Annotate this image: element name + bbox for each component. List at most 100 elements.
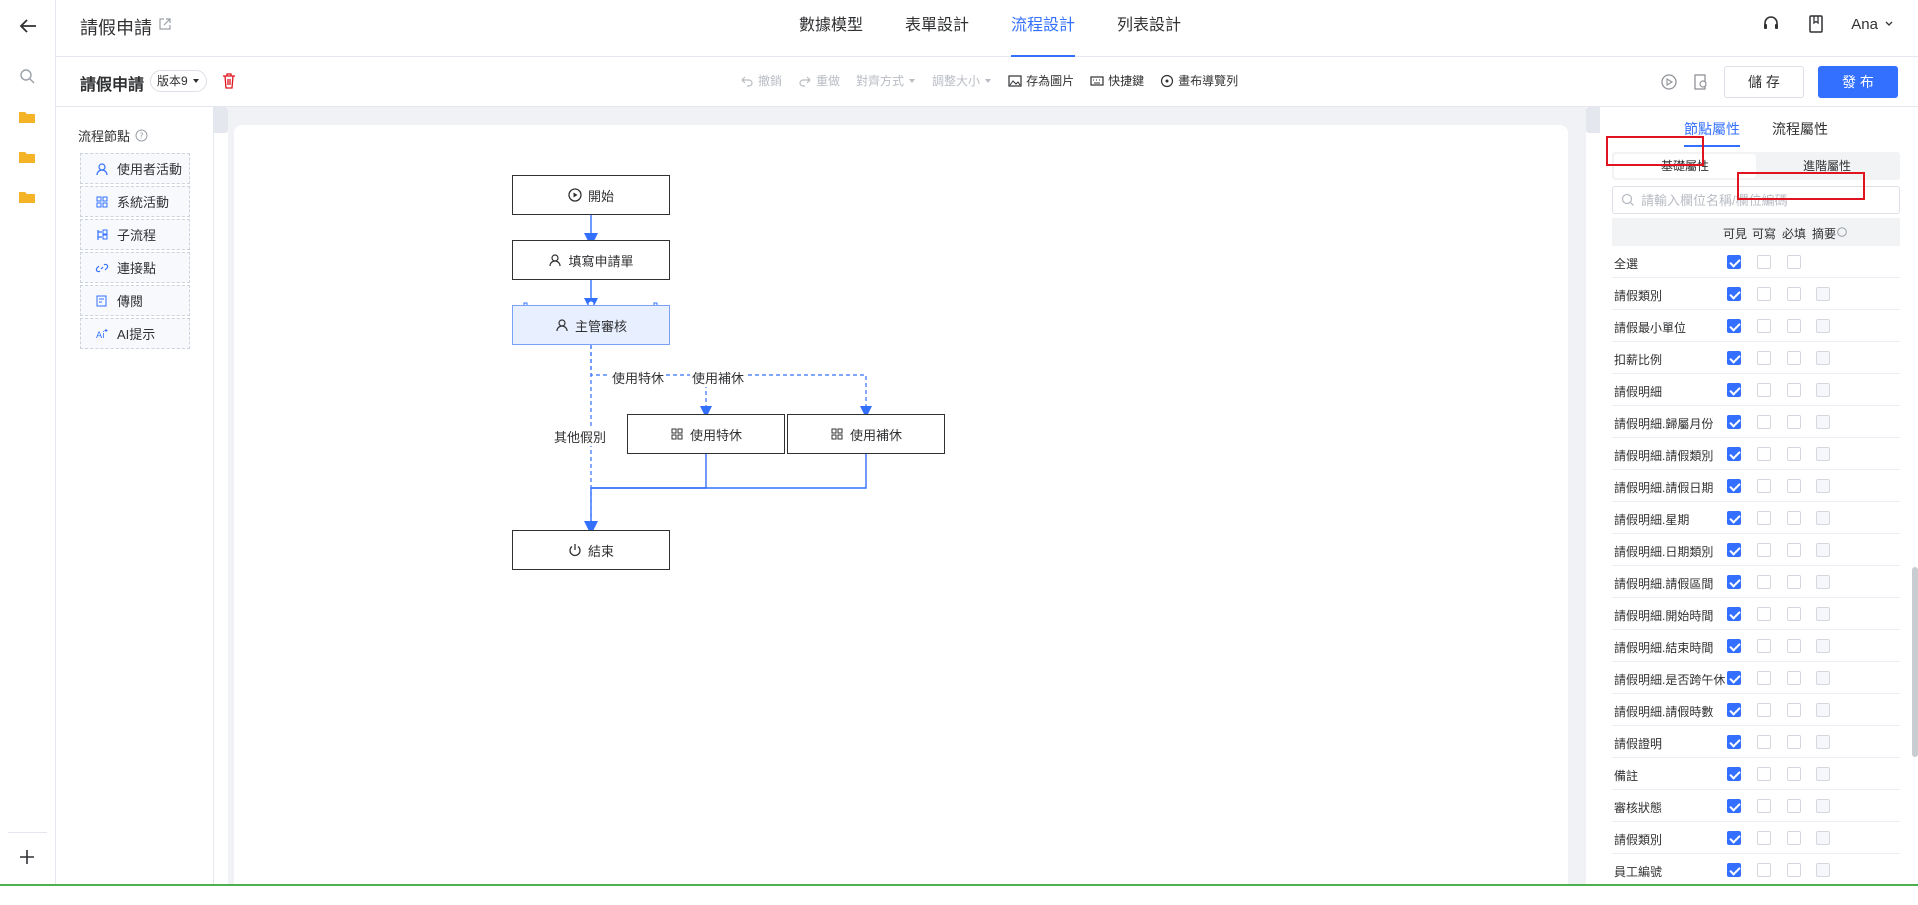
summary-checkbox[interactable]: [1816, 319, 1830, 333]
required-checkbox[interactable]: [1787, 575, 1801, 589]
summary-checkbox[interactable]: [1816, 607, 1830, 621]
visible-checkbox[interactable]: [1727, 479, 1741, 493]
visible-checkbox[interactable]: [1727, 383, 1741, 397]
summary-checkbox[interactable]: [1816, 351, 1830, 365]
visible-checkbox[interactable]: [1727, 767, 1741, 781]
visible-checkbox[interactable]: [1727, 447, 1741, 461]
save-image-button[interactable]: 存為圖片: [1008, 72, 1074, 89]
node-circulate[interactable]: 傳閱: [80, 285, 190, 316]
canvas-nav-button[interactable]: 畫布導覽列: [1160, 72, 1238, 89]
writable-checkbox[interactable]: [1757, 863, 1771, 877]
visible-checkbox[interactable]: [1727, 799, 1741, 813]
required-checkbox[interactable]: [1787, 735, 1801, 749]
required-checkbox[interactable]: [1787, 415, 1801, 429]
visible-checkbox[interactable]: [1727, 351, 1741, 365]
tab-flow-properties[interactable]: 流程屬性: [1772, 119, 1828, 147]
visible-checkbox[interactable]: [1727, 319, 1741, 333]
redo-button[interactable]: 重做: [798, 72, 840, 89]
folder-icon[interactable]: [18, 148, 36, 166]
summary-checkbox[interactable]: [1816, 799, 1830, 813]
flow-canvas[interactable]: 開始 填寫申請單 主管審核 使用特休 使用補休 結束 使用特休 使用補休 其他假…: [234, 125, 1568, 905]
shortcuts-button[interactable]: 快捷鍵: [1090, 72, 1144, 89]
collapse-right-handle[interactable]: [1586, 107, 1600, 133]
summary-checkbox[interactable]: [1816, 287, 1830, 301]
writable-checkbox[interactable]: [1757, 639, 1771, 653]
required-checkbox[interactable]: [1787, 671, 1801, 685]
tab-flow-design[interactable]: 流程設計: [1011, 0, 1075, 57]
required-checkbox[interactable]: [1787, 831, 1801, 845]
search-icon[interactable]: [18, 67, 36, 85]
summary-checkbox[interactable]: [1816, 543, 1830, 557]
writable-checkbox[interactable]: [1757, 287, 1771, 301]
folder-icon[interactable]: [18, 108, 36, 126]
writable-checkbox[interactable]: [1757, 607, 1771, 621]
help-icon[interactable]: [1837, 227, 1847, 237]
play-icon[interactable]: [1660, 73, 1678, 91]
flow-node-manager-review[interactable]: 主管審核: [512, 305, 670, 345]
writable-checkbox[interactable]: [1757, 351, 1771, 365]
node-system-activity[interactable]: 系統活動: [80, 186, 190, 217]
required-checkbox[interactable]: [1787, 863, 1801, 877]
folder-icon[interactable]: [18, 188, 36, 206]
flow-node-end[interactable]: 結束: [512, 530, 670, 570]
tab-form-design[interactable]: 表單設計: [905, 0, 969, 57]
required-checkbox[interactable]: [1787, 607, 1801, 621]
visible-checkbox[interactable]: [1727, 735, 1741, 749]
visible-checkbox[interactable]: [1727, 511, 1741, 525]
required-checkbox[interactable]: [1787, 543, 1801, 557]
support-headset-icon[interactable]: [1761, 14, 1781, 34]
publish-button[interactable]: 發 布: [1818, 66, 1898, 98]
summary-checkbox[interactable]: [1816, 831, 1830, 845]
add-icon[interactable]: [16, 846, 38, 868]
user-menu[interactable]: Ana: [1851, 16, 1894, 33]
writable-checkbox[interactable]: [1757, 767, 1771, 781]
writable-checkbox[interactable]: [1757, 799, 1771, 813]
writable-checkbox[interactable]: [1757, 735, 1771, 749]
summary-checkbox[interactable]: [1816, 639, 1830, 653]
visible-checkbox[interactable]: [1727, 575, 1741, 589]
external-link-icon[interactable]: [158, 17, 172, 31]
version-select[interactable]: 版本9: [150, 70, 207, 92]
summary-checkbox[interactable]: [1816, 511, 1830, 525]
visible-checkbox[interactable]: [1727, 255, 1741, 269]
required-checkbox[interactable]: [1787, 447, 1801, 461]
node-connector[interactable]: 連接點: [80, 252, 190, 283]
summary-checkbox[interactable]: [1816, 479, 1830, 493]
edge-label-comp[interactable]: 使用補休: [690, 368, 746, 387]
visible-checkbox[interactable]: [1727, 671, 1741, 685]
visible-checkbox[interactable]: [1727, 287, 1741, 301]
required-checkbox[interactable]: [1787, 703, 1801, 717]
summary-checkbox[interactable]: [1816, 671, 1830, 685]
visible-checkbox[interactable]: [1727, 415, 1741, 429]
visible-checkbox[interactable]: [1727, 831, 1741, 845]
visible-checkbox[interactable]: [1727, 639, 1741, 653]
node-user-activity[interactable]: 使用者活動: [80, 153, 190, 184]
scrollbar-thumb[interactable]: [1912, 567, 1918, 757]
flow-node-fill-form[interactable]: 填寫申請單: [512, 240, 670, 280]
required-checkbox[interactable]: [1787, 255, 1801, 269]
document-icon[interactable]: [1807, 14, 1825, 34]
required-checkbox[interactable]: [1787, 319, 1801, 333]
writable-checkbox[interactable]: [1757, 447, 1771, 461]
writable-checkbox[interactable]: [1757, 415, 1771, 429]
visible-checkbox[interactable]: [1727, 863, 1741, 877]
node-ai-prompt[interactable]: Ai AI提示: [80, 318, 190, 349]
flow-node-comp-leave[interactable]: 使用補休: [787, 414, 945, 454]
resize-dropdown[interactable]: 調整大小: [932, 72, 992, 89]
required-checkbox[interactable]: [1787, 799, 1801, 813]
required-checkbox[interactable]: [1787, 383, 1801, 397]
preview-doc-icon[interactable]: [1692, 73, 1710, 91]
required-checkbox[interactable]: [1787, 767, 1801, 781]
summary-checkbox[interactable]: [1816, 415, 1830, 429]
writable-checkbox[interactable]: [1757, 479, 1771, 493]
edge-label-other[interactable]: 其他假別: [552, 427, 608, 446]
back-arrow-icon[interactable]: [16, 14, 40, 38]
tab-data-model[interactable]: 數據模型: [799, 0, 863, 57]
writable-checkbox[interactable]: [1757, 511, 1771, 525]
required-checkbox[interactable]: [1787, 639, 1801, 653]
summary-checkbox[interactable]: [1816, 447, 1830, 461]
summary-checkbox[interactable]: [1816, 575, 1830, 589]
align-dropdown[interactable]: 對齊方式: [856, 72, 916, 89]
visible-checkbox[interactable]: [1727, 703, 1741, 717]
help-icon[interactable]: ?: [135, 129, 148, 142]
